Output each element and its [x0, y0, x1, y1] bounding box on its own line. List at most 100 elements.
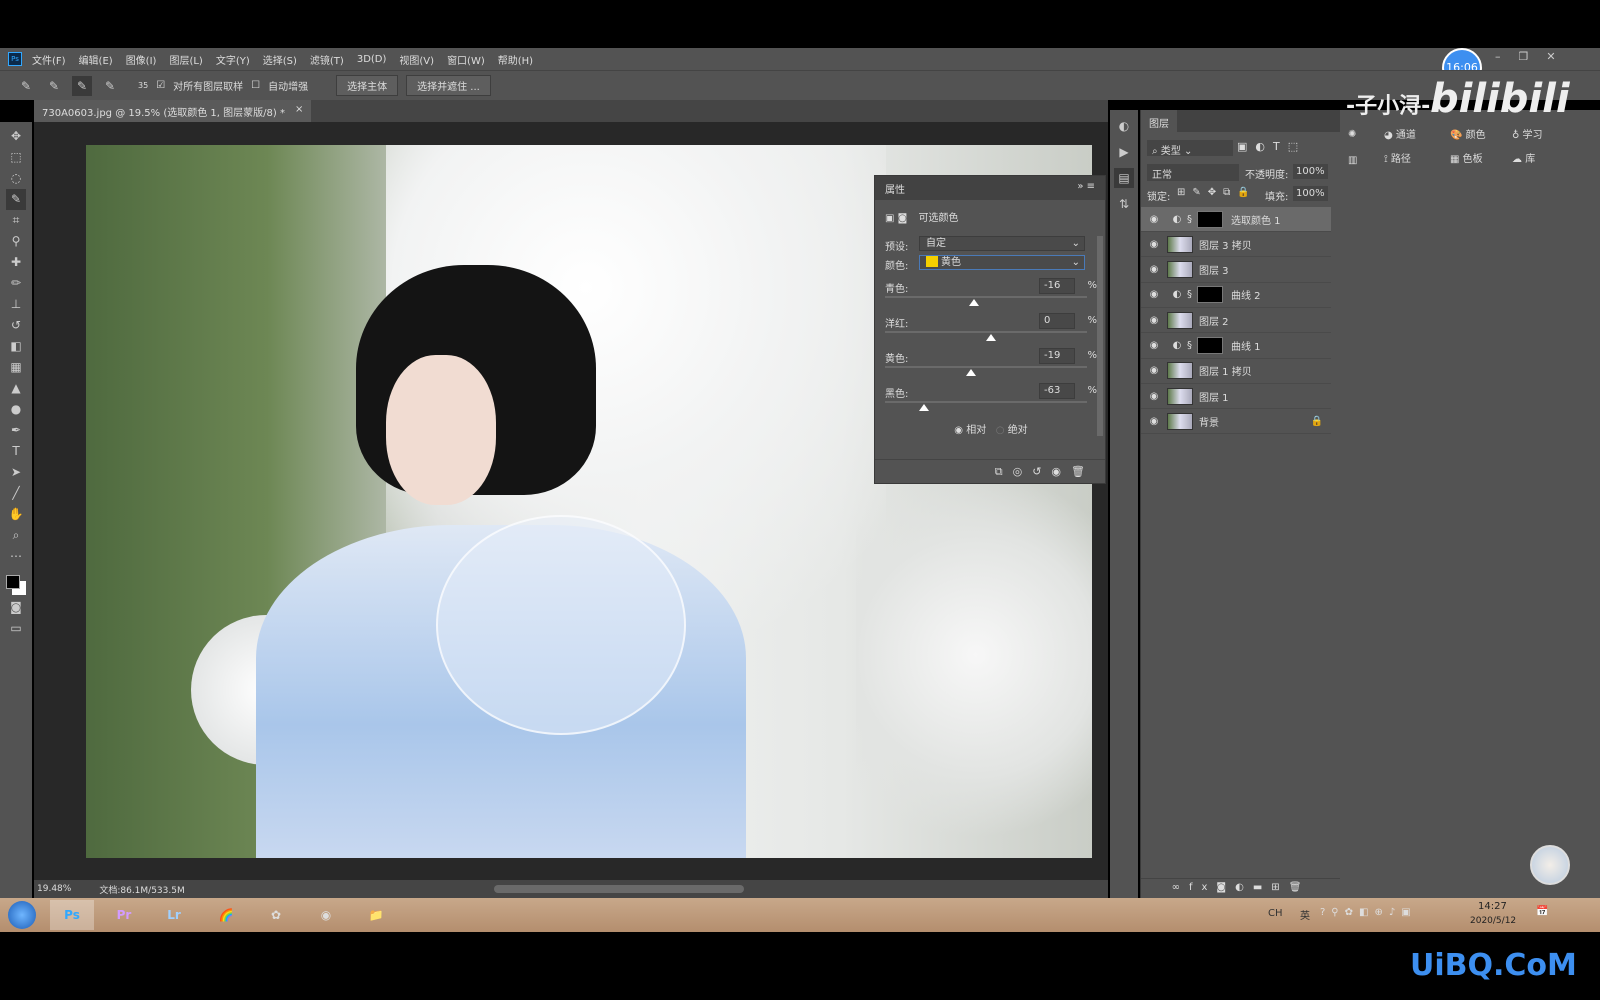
panel-color[interactable]: 颜色 — [1466, 130, 1486, 141]
fill-input[interactable]: 100% — [1293, 186, 1328, 201]
menu-view[interactable]: 视图(V) — [399, 52, 434, 67]
slider-yellow[interactable]: 黄色: -19% — [885, 348, 1097, 376]
healing-tool-icon[interactable]: ✚ — [6, 252, 26, 273]
layer-name[interactable]: 图层 1 拷贝 — [1199, 363, 1252, 378]
fx-icon[interactable]: fx — [1189, 882, 1216, 893]
panel-swatches[interactable]: 色板 — [1463, 154, 1483, 165]
visibility-eye-icon[interactable]: ◉ — [1141, 391, 1167, 402]
new-layer-icon[interactable]: ⊞ — [1271, 882, 1288, 893]
layer-row[interactable]: ◉ ◐ § 曲线 2 — [1141, 283, 1331, 308]
view-previous-icon[interactable]: ◎ — [1013, 465, 1033, 478]
hand-tool-icon[interactable]: ✋ — [6, 504, 26, 525]
window-controls[interactable]: –❐✕ — [1495, 50, 1574, 63]
visibility-eye-icon[interactable]: ◉ — [1141, 239, 1167, 250]
slider-value[interactable]: -19 — [1039, 348, 1075, 364]
properties-icon[interactable]: ▤ — [1114, 168, 1134, 188]
crop-tool-icon[interactable]: ⌗ — [6, 210, 26, 231]
subtract-selection-icon[interactable]: ✎ — [100, 76, 120, 96]
path-select-icon[interactable]: ➤ — [6, 462, 26, 483]
menu-type[interactable]: 文字(Y) — [216, 52, 250, 67]
marquee-tool-icon[interactable]: ⬚ — [6, 147, 26, 168]
menu-window[interactable]: 窗口(W) — [447, 52, 485, 67]
layer-row[interactable]: ◉ 背景 🔒 — [1141, 409, 1331, 435]
new-adjustment-icon[interactable]: ◐ — [1235, 882, 1253, 893]
clock-date[interactable]: 2020/5/12 — [1470, 916, 1516, 926]
layer-mask-thumbnail[interactable] — [1197, 337, 1223, 354]
menu-select[interactable]: 选择(S) — [263, 52, 297, 67]
clock-time[interactable]: 14:27 — [1478, 901, 1507, 912]
start-button[interactable] — [2, 900, 42, 930]
quick-select-tool-icon[interactable]: ✎ — [16, 76, 36, 96]
menu-layer[interactable]: 图层(L) — [169, 52, 202, 67]
visibility-eye-icon[interactable]: ◉ — [1141, 315, 1167, 326]
layer-name[interactable]: 选取颜色 1 — [1231, 212, 1281, 227]
taskbar-davinci-icon[interactable]: ◉ — [304, 900, 348, 930]
slider-value[interactable]: -63 — [1039, 383, 1075, 399]
slider-thumb[interactable] — [986, 334, 996, 341]
visibility-eye-icon[interactable]: ◉ — [1141, 289, 1167, 300]
panel-paths[interactable]: 路径 — [1391, 154, 1411, 165]
stamp-tool-icon[interactable]: ⊥ — [6, 294, 26, 315]
pen-tool-icon[interactable]: ✒ — [6, 420, 26, 441]
relative-radio[interactable]: ◉ — [954, 425, 963, 436]
sample-all-checkbox[interactable]: ☑ — [156, 80, 165, 91]
layer-name[interactable]: 图层 2 — [1199, 313, 1229, 328]
document-tab[interactable]: 730A0603.jpg @ 19.5% (选取颜色 1, 图层蒙版/8) * × — [34, 100, 312, 122]
layer-row[interactable]: ◉ 图层 1 拷贝 — [1141, 359, 1331, 384]
zoom-tool-icon[interactable]: ⌕ — [6, 525, 26, 546]
panel-learn[interactable]: 学习 — [1523, 130, 1543, 141]
visibility-eye-icon[interactable]: ◉ — [1141, 264, 1167, 275]
menu-edit[interactable]: 编辑(E) — [79, 52, 113, 67]
taskbar-lightroom[interactable]: Lr — [152, 900, 196, 930]
close-tab-icon[interactable]: × — [295, 104, 303, 118]
ime-mode[interactable]: 英 — [1300, 907, 1310, 922]
visibility-icon[interactable]: ◉ — [1051, 465, 1071, 478]
notification-icon[interactable]: 📅 — [1536, 906, 1548, 917]
adjustments-icon[interactable]: ⇅ — [1114, 194, 1134, 214]
line-tool-icon[interactable]: ╱ — [6, 483, 26, 504]
link-icon[interactable]: ∞ — [1172, 882, 1189, 893]
auto-enhance-checkbox[interactable]: ☐ — [251, 80, 260, 91]
history-icon[interactable]: ◐ — [1114, 116, 1134, 136]
slider-value[interactable]: -16 — [1039, 278, 1075, 294]
new-group-icon[interactable]: ▬ — [1253, 882, 1271, 893]
layer-row[interactable]: ◉ ◐ § 曲线 1 — [1141, 334, 1331, 359]
visibility-eye-icon[interactable]: ◉ — [1141, 340, 1167, 351]
layer-name[interactable]: 图层 3 — [1199, 262, 1229, 277]
absolute-radio[interactable]: ○ — [996, 425, 1005, 436]
lock-icons[interactable]: ⊞✎✥⧉🔒 — [1177, 187, 1257, 198]
menu-file[interactable]: 文件(F) — [32, 52, 66, 67]
dodge-tool-icon[interactable]: ● — [6, 399, 26, 420]
layer-row[interactable]: ◉ ◐ § 选取颜色 1 — [1141, 207, 1331, 232]
slider-black[interactable]: 黑色: -63% — [885, 383, 1097, 411]
delete-layer-icon[interactable]: 🗑 — [1289, 882, 1311, 893]
tab-layers[interactable]: 图层 — [1141, 110, 1177, 132]
layer-row[interactable]: ◉ 图层 3 — [1141, 258, 1331, 283]
colors-select[interactable]: 黄色 ⌄ — [919, 255, 1085, 270]
slider-thumb[interactable] — [969, 299, 980, 306]
blur-tool-icon[interactable]: ▲ — [6, 378, 26, 399]
visibility-eye-icon[interactable]: ◉ — [1141, 214, 1167, 225]
select-subject-button[interactable]: 选择主体 — [336, 75, 399, 96]
color-swatches[interactable] — [4, 573, 28, 597]
slider-thumb[interactable] — [965, 369, 976, 376]
preset-select[interactable]: 自定 ⌄ — [919, 236, 1085, 251]
slider-value[interactable]: 0 — [1039, 313, 1075, 329]
visibility-eye-icon[interactable]: ◉ — [1141, 365, 1167, 376]
layer-name[interactable]: 图层 1 — [1199, 389, 1229, 404]
ime-indicator[interactable]: CH — [1268, 908, 1283, 919]
zoom-level[interactable]: 19.48% — [37, 884, 71, 894]
layer-name[interactable]: 图层 3 拷贝 — [1199, 237, 1252, 252]
visibility-eye-icon[interactable]: ◉ — [1141, 416, 1167, 427]
reset-icon[interactable]: ↺ — [1032, 465, 1051, 478]
add-selection-icon[interactable]: ✎ — [72, 75, 92, 96]
quick-select-tool-icon[interactable]: ✎ — [6, 189, 26, 210]
panel-channels[interactable]: 通道 — [1396, 130, 1416, 141]
slider-magenta[interactable]: 洋红: 0% — [885, 313, 1097, 341]
select-and-mask-button[interactable]: 选择并遮住 ... — [406, 75, 491, 96]
layer-mask-thumbnail[interactable] — [1197, 286, 1223, 304]
eraser-tool-icon[interactable]: ◧ — [6, 336, 26, 357]
type-tool-icon[interactable]: T — [6, 441, 26, 462]
delete-icon[interactable]: 🗑 — [1071, 465, 1095, 478]
taskbar-app-cloud-icon[interactable]: ✿ — [254, 900, 298, 930]
